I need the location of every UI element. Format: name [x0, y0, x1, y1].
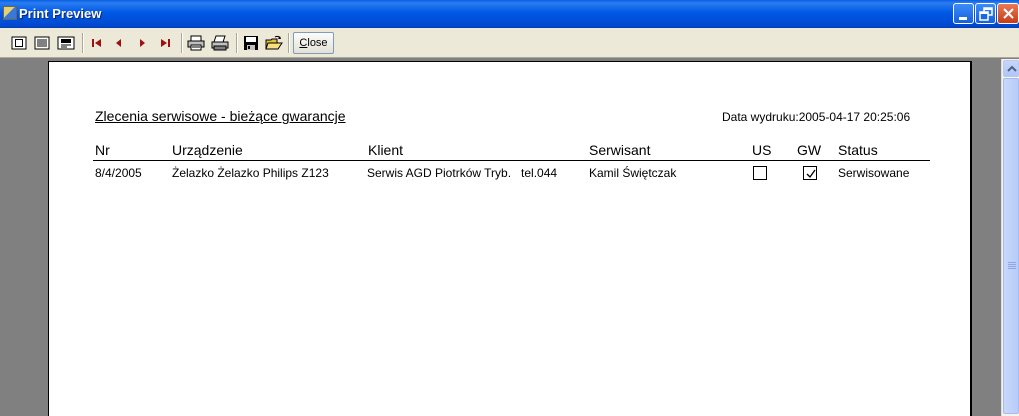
cell-technician: Kamil Świętczak	[589, 166, 677, 180]
close-icon	[1003, 8, 1014, 19]
save-icon	[244, 36, 258, 50]
page-setup-button[interactable]	[57, 34, 75, 52]
restore-icon	[979, 7, 993, 21]
column-header-gw: GW	[797, 142, 822, 158]
column-header-technician: Serwisant	[589, 142, 651, 158]
minimize-icon	[959, 17, 967, 20]
column-header-nr: Nr	[95, 142, 110, 158]
cell-device: Żelazko Żelazko Philips Z123	[172, 166, 329, 180]
last-page-button[interactable]	[156, 34, 174, 52]
column-header-us: US	[752, 142, 772, 158]
cell-nr: 8/4/2005	[95, 166, 142, 180]
next-page-button[interactable]	[133, 34, 151, 52]
print-icon	[211, 35, 229, 51]
print-button[interactable]	[211, 34, 229, 52]
toolbar-separator	[236, 33, 238, 53]
restore-button[interactable]	[975, 3, 996, 24]
next-page-icon	[140, 39, 145, 47]
window-title: Print Preview	[19, 6, 102, 21]
multi-page-icon	[34, 36, 50, 50]
print-setup-icon	[187, 35, 205, 51]
scroll-up-button[interactable]	[1003, 60, 1019, 77]
last-page-icon	[161, 39, 170, 47]
first-page-button[interactable]	[88, 34, 106, 52]
column-header-device: Urządzenie	[172, 142, 243, 158]
cell-status: Serwisowane	[838, 166, 910, 180]
save-button[interactable]	[242, 34, 260, 52]
report-app-icon[interactable]	[3, 6, 17, 20]
print-setup-button[interactable]	[187, 34, 205, 52]
column-header-status: Status	[838, 142, 878, 158]
one-page-button[interactable]	[10, 34, 28, 52]
toolbar-separator	[288, 33, 290, 53]
multi-page-button[interactable]	[33, 34, 51, 52]
close-window-button[interactable]	[997, 3, 1019, 24]
report-title: Zlecenia serwisowe - bieżące gwarancje	[95, 108, 346, 124]
toolbar-separator	[82, 33, 84, 53]
vertical-scrollbar[interactable]	[1001, 59, 1019, 416]
open-icon	[265, 35, 283, 50]
scroll-thumb[interactable]	[1003, 78, 1019, 414]
chevron-up-icon	[1007, 65, 1017, 72]
first-page-icon	[92, 39, 101, 47]
toolbar-separator	[181, 33, 183, 53]
print-date: Data wydruku:2005-04-17 20:25:06	[722, 110, 911, 124]
prev-page-icon	[116, 39, 121, 47]
column-header-client: Klient	[368, 142, 404, 158]
checkmark-icon	[806, 169, 816, 179]
scroll-grip-icon	[1008, 262, 1016, 269]
page-setup-icon	[57, 36, 75, 50]
header-divider	[93, 160, 930, 161]
open-button[interactable]	[265, 34, 283, 52]
gw-checkbox	[803, 166, 817, 180]
title-bar[interactable]: Print Preview	[0, 0, 1019, 28]
prev-page-button[interactable]	[110, 34, 128, 52]
us-checkbox	[753, 166, 767, 180]
minimize-button[interactable]	[953, 3, 974, 24]
toolbar: Close	[0, 28, 1019, 58]
close-preview-button[interactable]: Close	[293, 32, 334, 54]
one-page-icon	[11, 36, 27, 50]
cell-client: Serwis AGD Piotrków Tryb. tel.044	[367, 166, 558, 180]
close-button-label: lose	[307, 37, 328, 49]
